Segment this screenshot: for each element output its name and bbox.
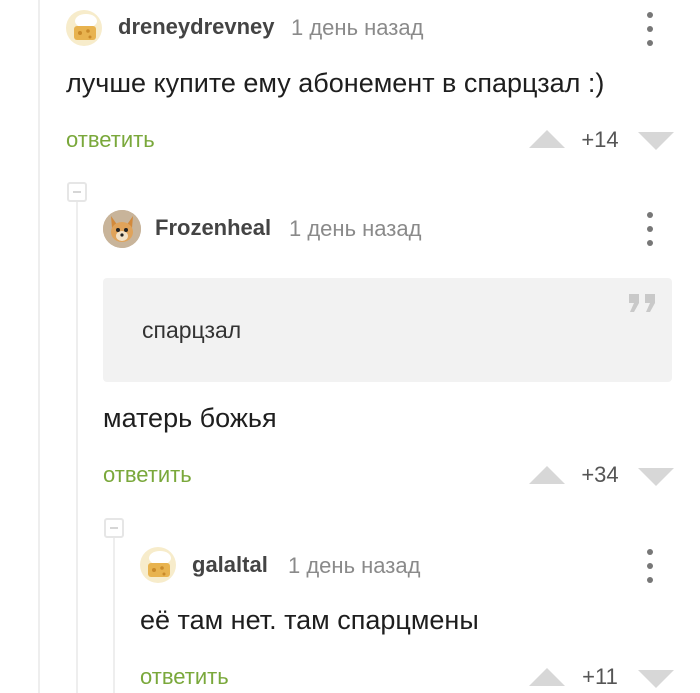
thread-line xyxy=(76,202,78,693)
reply-button[interactable]: ответить xyxy=(66,127,155,153)
avatar[interactable] xyxy=(140,547,176,583)
more-vertical-icon[interactable] xyxy=(638,10,662,48)
comment-author[interactable]: dreneydrevney xyxy=(118,14,275,40)
chef-hat-icon xyxy=(74,14,97,40)
comment-timestamp: 1 день назад xyxy=(289,216,422,241)
thread-line xyxy=(113,538,115,693)
reply-button[interactable]: ответить xyxy=(140,664,229,690)
avatar[interactable] xyxy=(66,10,102,46)
vote-up-icon[interactable] xyxy=(529,668,565,686)
dog-photo-icon xyxy=(103,210,141,248)
comment-score: +14 xyxy=(581,127,619,152)
comment-author[interactable]: galaltal xyxy=(192,552,268,578)
vote-up-icon[interactable] xyxy=(529,466,565,484)
quote-text: спарцзал xyxy=(142,317,242,343)
collapse-minus-icon[interactable] xyxy=(67,182,87,202)
comment-timestamp: 1 день назад xyxy=(291,15,424,40)
vote-down-icon[interactable] xyxy=(638,132,674,150)
quote-block: спарцзал xyxy=(103,278,672,382)
comment-text: матерь божья xyxy=(103,403,277,433)
collapse-minus-icon[interactable] xyxy=(104,518,124,538)
vote-down-icon[interactable] xyxy=(638,468,674,486)
more-vertical-icon[interactable] xyxy=(638,210,662,248)
thread-line xyxy=(38,0,40,693)
comment-timestamp: 1 день назад xyxy=(288,553,421,578)
chef-hat-icon xyxy=(148,551,171,577)
comment-score: +11 xyxy=(582,664,618,689)
comment-text: лучше купите ему абонемент в спарцзал :) xyxy=(66,68,605,98)
vote-down-icon[interactable] xyxy=(638,670,674,688)
vote-up-icon[interactable] xyxy=(529,130,565,148)
reply-button[interactable]: ответить xyxy=(103,462,192,488)
quote-icon xyxy=(629,294,655,312)
avatar[interactable] xyxy=(103,210,141,248)
comment-author[interactable]: Frozenheal xyxy=(155,215,271,241)
more-vertical-icon[interactable] xyxy=(638,547,662,585)
comment-text: её там нет. там спарцмены xyxy=(140,605,479,635)
comment-score: +34 xyxy=(581,462,619,487)
